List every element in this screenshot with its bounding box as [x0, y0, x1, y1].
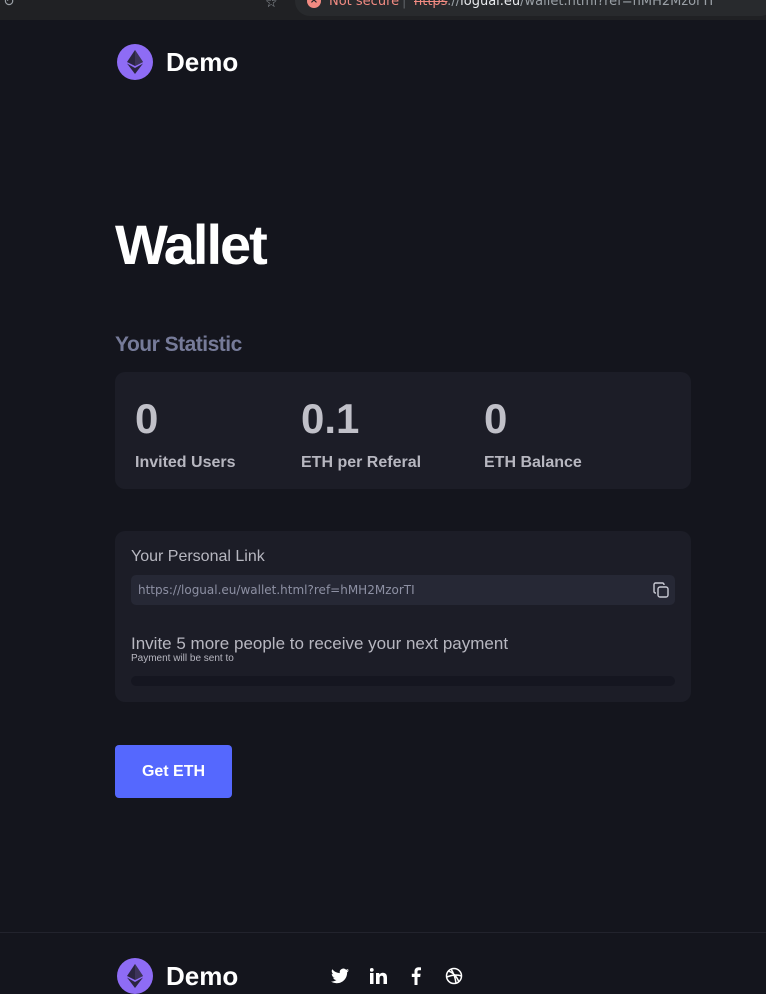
invite-message: Invite 5 more people to receive your nex… — [131, 634, 509, 653]
header-logo[interactable]: Demo — [117, 44, 238, 80]
get-eth-button[interactable]: Get ETH — [115, 745, 232, 798]
footer-brand-name: Demo — [166, 960, 239, 991]
stat-label: ETH Balance — [484, 454, 582, 471]
url-scheme-separator: :// — [447, 0, 461, 9]
payment-note: Payment will be sent to — [131, 653, 234, 664]
bookmark-star-icon[interactable]: ☆ — [265, 0, 278, 11]
url-path: /wallet.html?ref=hMH2MzorTI — [520, 0, 714, 9]
url-text[interactable]: ://logual.eu/wallet.html?ref=hMH2MzorTI — [447, 0, 713, 9]
facebook-icon[interactable] — [406, 966, 426, 986]
stat-value: 0 — [484, 395, 508, 442]
stat-value: 0 — [135, 395, 159, 442]
stat-value: 0.1 — [301, 395, 360, 442]
footer-logo[interactable]: Demo — [117, 958, 238, 994]
stat-eth-balance: 0 ETH Balance — [484, 394, 582, 472]
social-links — [330, 966, 464, 986]
personal-link-field[interactable]: https://logual.eu/wallet.html?ref=hMH2Mz… — [131, 575, 675, 605]
footer-divider — [0, 932, 766, 933]
browser-toolbar: ↻ ☆ × Not secure | https ://logual.eu/wa… — [0, 0, 766, 20]
linkedin-icon[interactable] — [368, 966, 388, 986]
stat-invited-users: 0 Invited Users — [135, 394, 235, 472]
personal-link-title: Your Personal Link — [131, 548, 265, 565]
dribbble-icon[interactable] — [444, 966, 464, 986]
url-host: logual.eu — [460, 0, 521, 9]
twitter-icon[interactable] — [330, 966, 350, 986]
reload-icon[interactable]: ↻ — [3, 0, 15, 10]
ethereum-icon — [117, 44, 153, 80]
stat-label: Invited Users — [135, 454, 236, 471]
payment-progress-bar — [131, 676, 675, 686]
ethereum-icon — [117, 958, 153, 994]
url-scheme[interactable]: https — [414, 0, 447, 9]
personal-link-url[interactable]: https://logual.eu/wallet.html?ref=hMH2Mz… — [138, 583, 415, 597]
security-label[interactable]: Not secure — [329, 0, 399, 9]
stat-label: ETH per Referal — [301, 454, 422, 471]
section-subtitle: Your Statistic — [115, 333, 242, 356]
stat-eth-per-referral: 0.1 ETH per Referal — [301, 394, 421, 472]
statistics-card: 0 Invited Users 0.1 ETH per Referal 0 ET… — [115, 372, 691, 489]
url-separator: | — [402, 0, 407, 9]
personal-link-card: Your Personal Link https://logual.eu/wal… — [115, 531, 691, 702]
page-title: Wallet — [115, 213, 268, 276]
copy-icon[interactable] — [652, 581, 670, 599]
brand-name: Demo — [166, 46, 239, 77]
